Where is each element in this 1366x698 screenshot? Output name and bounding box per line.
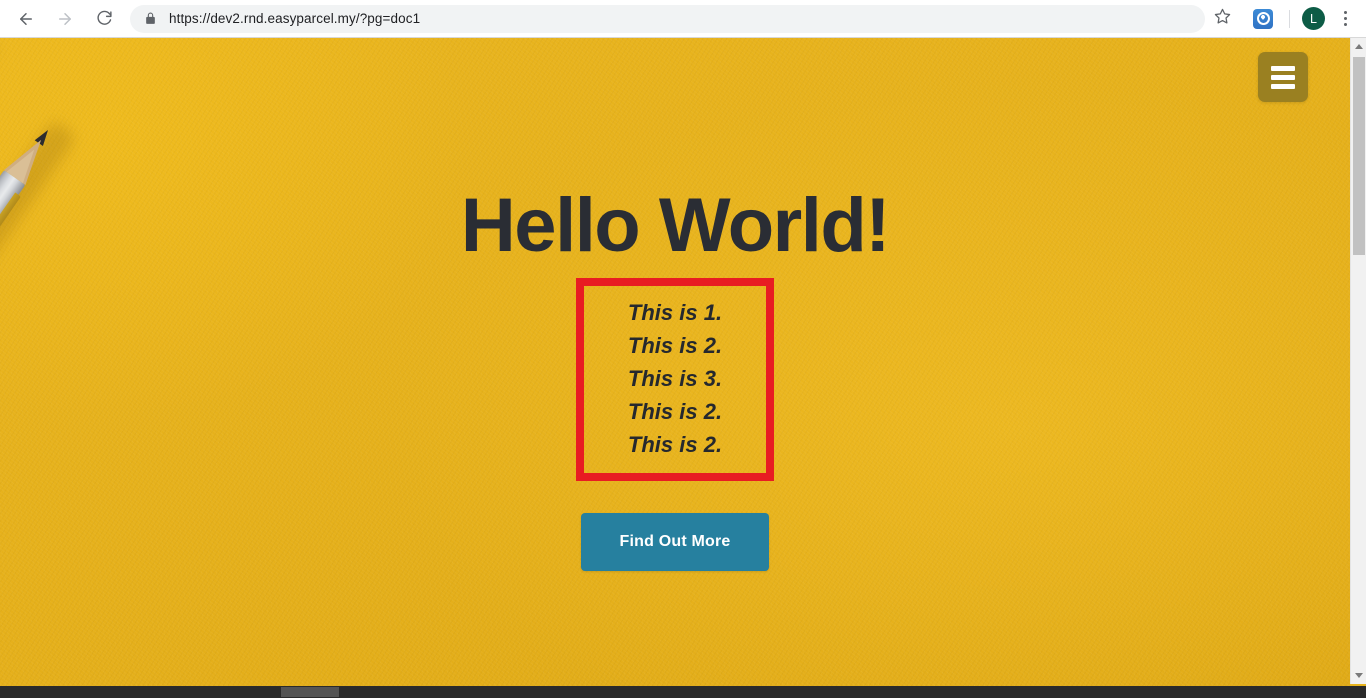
list-item: This is 2. bbox=[627, 333, 723, 358]
avatar[interactable]: L bbox=[1302, 7, 1325, 30]
back-button[interactable] bbox=[9, 2, 43, 36]
browser-toolbar: https://dev2.rnd.easyparcel.my/?pg=doc1 … bbox=[0, 0, 1366, 38]
page-viewport: Hello World! This is 1. This is 2. This … bbox=[0, 38, 1366, 698]
vertical-scroll-thumb[interactable] bbox=[1353, 57, 1365, 255]
back-arrow-icon bbox=[17, 10, 35, 28]
extension-icon[interactable] bbox=[1253, 8, 1273, 29]
forward-arrow-icon bbox=[56, 10, 74, 28]
address-bar[interactable]: https://dev2.rnd.easyparcel.my/?pg=doc1 bbox=[130, 4, 1205, 33]
list-item: This is 3. bbox=[627, 366, 723, 391]
extension-glyph-icon bbox=[1256, 12, 1270, 25]
lock-icon bbox=[144, 12, 157, 25]
bookmark-star-icon bbox=[1214, 8, 1231, 30]
list-item: This is 2. bbox=[627, 399, 723, 424]
toolbar-divider bbox=[1289, 9, 1290, 28]
forward-button[interactable] bbox=[48, 2, 82, 36]
list-item: This is 1. bbox=[627, 300, 723, 325]
url-text: https://dev2.rnd.easyparcel.my/?pg=doc1 bbox=[169, 11, 421, 26]
reload-icon bbox=[96, 10, 113, 27]
hero-content: Hello World! This is 1. This is 2. This … bbox=[0, 38, 1350, 688]
vertical-scrollbar[interactable] bbox=[1350, 38, 1366, 684]
reload-button[interactable] bbox=[87, 2, 121, 36]
list-item: This is 2. bbox=[627, 432, 723, 457]
find-out-more-button[interactable]: Find Out More bbox=[581, 513, 769, 571]
scroll-down-arrow-icon[interactable] bbox=[1351, 667, 1366, 684]
bookmark-star-button[interactable] bbox=[1206, 3, 1238, 35]
hero-section: Hello World! This is 1. This is 2. This … bbox=[0, 38, 1350, 688]
toolbar-right-group: L bbox=[1206, 0, 1366, 38]
horizontal-scrollbar[interactable] bbox=[0, 686, 1366, 698]
page-title: Hello World! bbox=[460, 183, 891, 268]
highlighted-list-box: This is 1. This is 2. This is 3. This is… bbox=[576, 278, 774, 481]
scroll-up-arrow-icon[interactable] bbox=[1351, 38, 1366, 55]
three-dot-menu-icon[interactable] bbox=[1330, 4, 1360, 34]
horizontal-scroll-thumb[interactable] bbox=[281, 687, 339, 697]
